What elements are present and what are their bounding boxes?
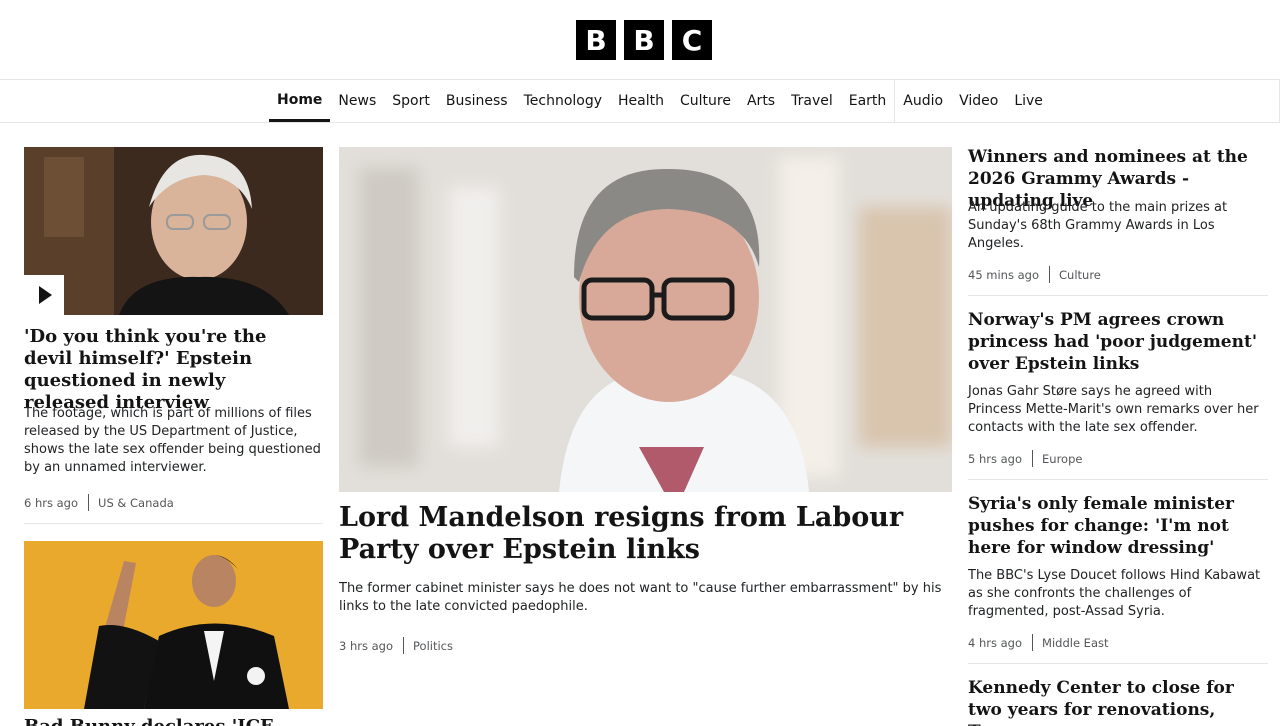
meta-divider xyxy=(88,494,90,511)
story-summary-grammys: An updating guide to the main prizes at … xyxy=(968,200,1228,251)
story-section-link[interactable]: US & Canada xyxy=(98,496,174,510)
nav-item-health[interactable]: Health xyxy=(610,80,672,122)
story-section-link[interactable]: Culture xyxy=(1059,268,1101,282)
story-image-epstein-video[interactable] xyxy=(24,147,323,315)
bad-bunny-photo-image xyxy=(24,541,323,709)
nav-item-culture[interactable]: Culture xyxy=(672,80,739,122)
logo-letter-c: C xyxy=(672,20,712,60)
story-divider xyxy=(968,663,1268,664)
nav-item-business[interactable]: Business xyxy=(438,80,516,122)
story-meta-syria: 4 hrs ago Middle East xyxy=(968,634,1109,651)
meta-divider xyxy=(403,637,405,654)
logo-letter-b1: B xyxy=(576,20,616,60)
story-summary-epstein: The footage, which is part of millions o… xyxy=(24,406,321,475)
story-meta-norway: 5 hrs ago Europe xyxy=(968,450,1082,467)
main-nav: Home News Sport Business Technology Heal… xyxy=(0,80,1280,123)
logo-letter-b2: B xyxy=(624,20,664,60)
story-divider xyxy=(968,295,1268,296)
meta-divider xyxy=(1032,634,1034,651)
story-divider xyxy=(24,523,323,524)
meta-divider xyxy=(1049,266,1051,283)
lead-story-meta: 3 hrs ago Politics xyxy=(339,637,453,654)
lead-story-summary: The former cabinet minister says he does… xyxy=(339,581,942,614)
nav-item-sport[interactable]: Sport xyxy=(384,80,438,122)
story-timestamp: 45 mins ago xyxy=(968,267,1040,282)
story-summary-norway: Jonas Gahr Støre says he agreed with Pri… xyxy=(968,384,1259,435)
nav-item-travel[interactable]: Travel xyxy=(783,80,841,122)
story-timestamp: 4 hrs ago xyxy=(968,635,1023,650)
nav-item-technology[interactable]: Technology xyxy=(516,80,610,122)
nav-item-audio[interactable]: Audio xyxy=(894,80,951,122)
mandelson-portrait-image xyxy=(339,147,952,492)
story-section-link[interactable]: Europe xyxy=(1042,452,1082,466)
epstein-portrait-image xyxy=(24,147,323,315)
story-image-mandelson[interactable] xyxy=(339,147,952,492)
story-headline-norway[interactable]: Norway's PM agrees crown princess had 'p… xyxy=(968,309,1268,375)
story-section-link[interactable]: Middle East xyxy=(1042,636,1108,650)
story-image-bad-bunny[interactable] xyxy=(24,541,323,709)
meta-divider xyxy=(1032,450,1034,467)
nav-item-live[interactable]: Live xyxy=(1006,80,1051,122)
story-headline-epstein[interactable]: 'Do you think you're the devil himself?'… xyxy=(24,326,314,414)
play-icon xyxy=(39,286,52,304)
nav-item-home[interactable]: Home xyxy=(269,80,331,122)
story-meta-epstein: 6 hrs ago US & Canada xyxy=(24,494,174,511)
story-headline-syria[interactable]: Syria's only female minister pushes for … xyxy=(968,493,1268,559)
story-timestamp: 3 hrs ago xyxy=(339,638,394,653)
story-timestamp: 6 hrs ago xyxy=(24,495,79,510)
nav-item-video[interactable]: Video xyxy=(951,80,1006,122)
story-headline-bad-bunny[interactable]: Bad Bunny declares 'ICE out' as he wins xyxy=(24,716,314,726)
bbc-logo[interactable]: B B C xyxy=(576,20,712,60)
nav-item-news[interactable]: News xyxy=(330,80,384,122)
nav-item-earth[interactable]: Earth xyxy=(841,80,895,122)
story-headline-kennedy-center[interactable]: Kennedy Center to close for two years fo… xyxy=(968,677,1268,726)
story-meta-grammys: 45 mins ago Culture xyxy=(968,266,1101,283)
story-section-link[interactable]: Politics xyxy=(413,639,453,653)
story-summary-syria: The BBC's Lyse Doucet follows Hind Kabaw… xyxy=(968,568,1261,619)
story-timestamp: 5 hrs ago xyxy=(968,451,1023,466)
story-divider xyxy=(968,479,1268,480)
play-video-button[interactable] xyxy=(24,275,64,315)
lead-story-headline[interactable]: Lord Mandelson resigns from Labour Party… xyxy=(339,502,949,566)
nav-item-arts[interactable]: Arts xyxy=(739,80,783,122)
masthead: B B C xyxy=(0,0,1280,80)
